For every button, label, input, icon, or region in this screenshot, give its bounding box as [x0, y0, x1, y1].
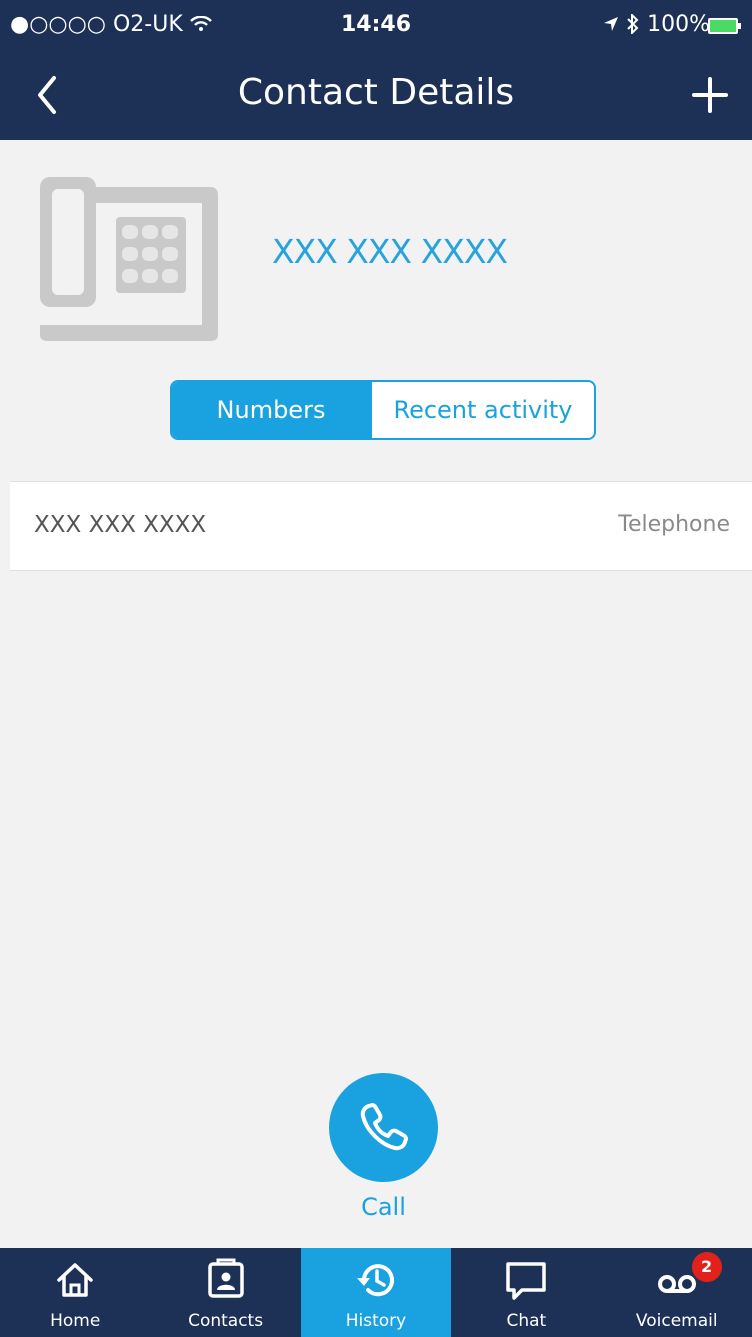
tab-label: Home: [50, 1311, 101, 1331]
nav-bar: Contact Details: [0, 50, 752, 140]
tab-bar: Home Contacts History Chat 2 Voicemail: [0, 1248, 752, 1337]
tab-label: Chat: [506, 1311, 547, 1331]
home-icon: [57, 1263, 93, 1297]
bluetooth-icon: [627, 12, 639, 36]
call-button[interactable]: [329, 1073, 438, 1182]
tab-label: History: [345, 1311, 407, 1331]
chat-bubble-icon: [506, 1262, 547, 1300]
tab-contacts[interactable]: Contacts: [150, 1248, 300, 1337]
notification-badge: 2: [691, 1252, 722, 1282]
segmented-control: Numbers Recent activity: [170, 380, 596, 440]
history-icon: [356, 1264, 394, 1297]
status-right: 100%: [603, 12, 710, 37]
number-type: Telephone: [618, 512, 730, 537]
list-item[interactable]: XXX XXX XXXX Telephone: [10, 481, 752, 571]
tab-chat[interactable]: Chat: [451, 1248, 601, 1337]
desk-phone-icon: [40, 177, 218, 341]
phone-handset-icon: [360, 1103, 408, 1151]
battery-icon: [708, 18, 741, 34]
battery-percent: 100%: [647, 12, 710, 37]
location-arrow-icon: [604, 17, 619, 31]
tab-home[interactable]: Home: [0, 1248, 150, 1337]
tab-history[interactable]: History: [300, 1248, 452, 1337]
phone-number: XXX XXX XXXX: [34, 512, 207, 538]
tab-label: Contacts: [188, 1311, 264, 1331]
segment-recent-activity[interactable]: Recent activity: [370, 382, 594, 438]
status-bar: ●○○○○ O2-UK 14:46 100%: [0, 0, 752, 50]
tab-label: Voicemail: [635, 1311, 718, 1331]
call-label: Call: [361, 1193, 406, 1221]
plus-icon[interactable]: [688, 70, 732, 120]
tab-voicemail[interactable]: 2 Voicemail: [602, 1248, 752, 1337]
contacts-icon: [207, 1258, 244, 1298]
segment-numbers[interactable]: Numbers: [172, 382, 370, 438]
page-title: Contact Details: [237, 72, 515, 113]
contact-name: XXX XXX XXXX: [272, 232, 508, 271]
